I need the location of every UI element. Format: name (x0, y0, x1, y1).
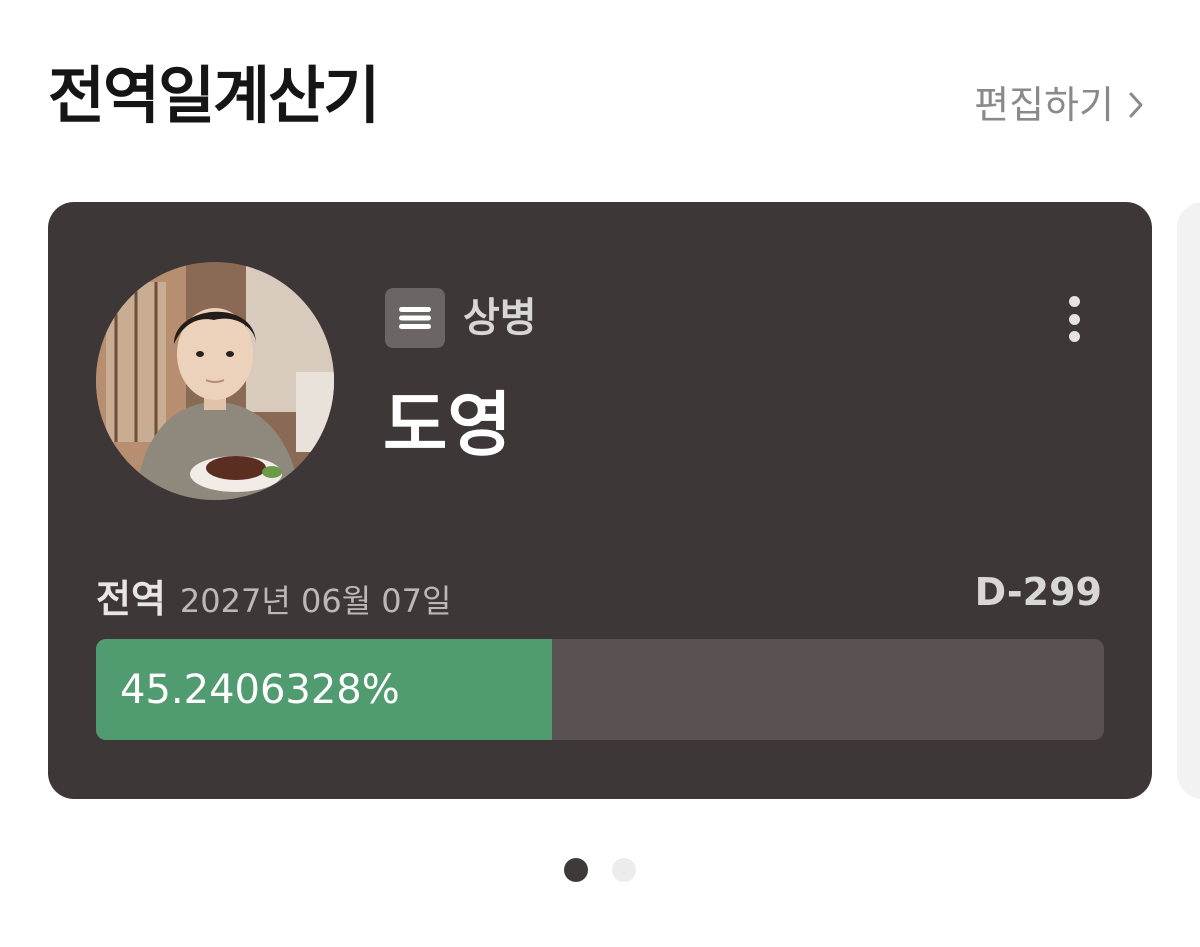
service-progress-bar: 45.2406328% (96, 639, 1104, 740)
more-dot (1068, 331, 1080, 342)
discharge-card[interactable]: 상병 도영 전역 2027년 06월 07일 D-299 45.2406328% (48, 202, 1152, 799)
page-indicator (564, 858, 636, 882)
progress-percent: 45.2406328% (120, 666, 400, 713)
chevron-right-icon (1128, 91, 1144, 119)
menu-icon (385, 288, 445, 348)
next-card-peek[interactable] (1177, 202, 1200, 799)
discharge-row: 전역 2027년 06월 07일 (96, 568, 451, 623)
edit-button[interactable]: 편집하기 (974, 82, 1144, 128)
rank-row: 상병 (385, 288, 537, 348)
soldier-name: 도영 (383, 384, 512, 466)
dday-counter: D-299 (974, 570, 1102, 614)
discharge-label: 전역 (96, 577, 166, 621)
page-dot-1[interactable] (564, 858, 588, 882)
page-title: 전역일계산기 (48, 59, 380, 132)
page-dot-2[interactable] (612, 858, 636, 882)
avatar (96, 262, 334, 500)
discharge-date: 2027년 06월 07일 (179, 582, 452, 620)
edit-label: 편집하기 (974, 83, 1114, 127)
page: 전역일계산기 편집하기 상병 도영 전역 2027년 06월 07일 D-299… (0, 0, 1200, 947)
more-dot (1068, 313, 1080, 325)
rank-label: 상병 (463, 295, 537, 341)
more-dot (1068, 296, 1080, 307)
more-vertical-icon[interactable] (1054, 292, 1094, 346)
